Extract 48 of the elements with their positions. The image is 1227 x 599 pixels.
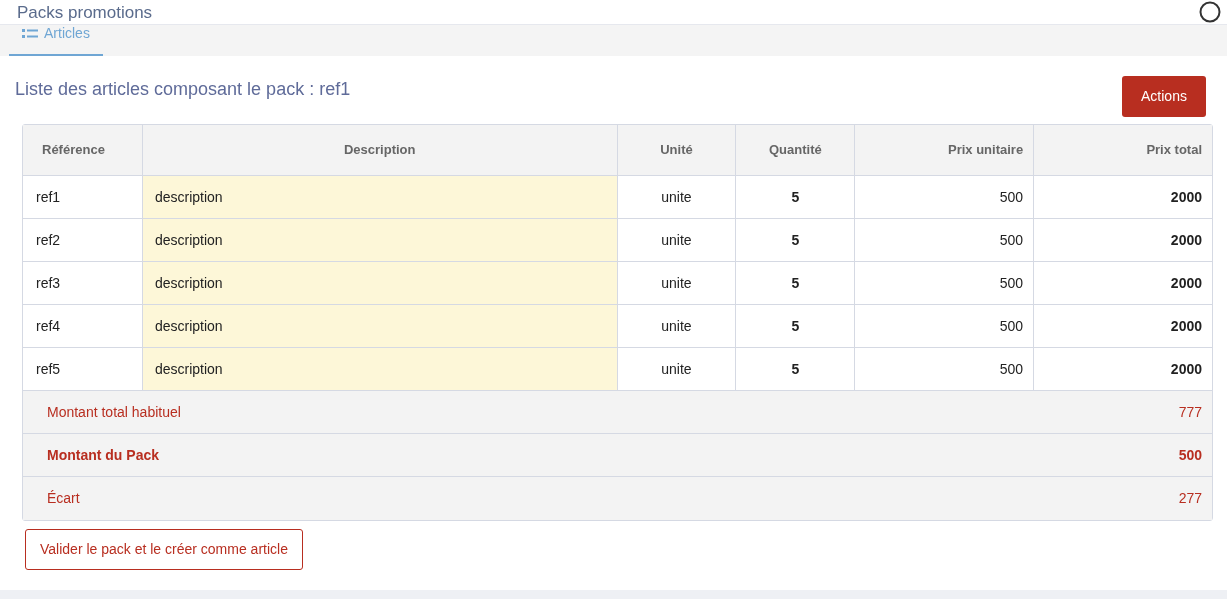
table-cell: description [141, 262, 617, 304]
table-cell-text: ref5 [35, 359, 62, 379]
column-header: Prix unitaire [854, 125, 1034, 175]
table-cell: 500 [854, 262, 1034, 304]
user-circle-icon[interactable] [1199, 1, 1221, 23]
table-cell-text: ref1 [35, 187, 62, 207]
page-title: Packs promotions [17, 3, 153, 21]
table-cell: unite [616, 219, 736, 261]
table-cell: 5 [735, 305, 855, 347]
section-heading: Liste des articles composant le pack : ref1 [15, 78, 351, 101]
table-cell-text: ref2 [35, 230, 62, 250]
summary-value: 777 [1178, 402, 1202, 422]
table-cell-text: ref4 [35, 316, 62, 336]
column-header: Description [141, 125, 617, 175]
table-cell: description [141, 176, 617, 218]
table-cell: 2000 [1033, 262, 1212, 304]
summary-label: Écart [47, 489, 80, 508]
table-cell: 2000 [1033, 176, 1212, 218]
summary-label: Montant total habituel [47, 402, 181, 422]
list-icon [22, 28, 38, 40]
table-cell: 500 [854, 348, 1034, 390]
table-cell: description [141, 348, 617, 390]
table-cell: 2000 [1033, 219, 1212, 261]
table-cell: description [141, 305, 617, 347]
table-cell: 5 [735, 348, 855, 390]
table-cell: 5 [735, 176, 855, 218]
table-cell: unite [616, 348, 736, 390]
table-cell: unite [616, 176, 736, 218]
column-header: Référence [41, 141, 106, 160]
table-cell: 500 [854, 219, 1034, 261]
validate-pack-button[interactable]: Valider le pack et le créer comme article [25, 529, 303, 570]
table-cell: 2000 [1033, 348, 1212, 390]
actions-button[interactable]: Actions [1122, 76, 1206, 117]
column-header: Quantité [735, 125, 855, 175]
column-header: Prix total [1033, 125, 1212, 175]
summary-label: Montant du Pack [47, 445, 159, 465]
table-cell: 500 [854, 176, 1034, 218]
table-cell: 5 [735, 262, 855, 304]
table-cell: unite [616, 262, 736, 304]
summary-value: 500 [1178, 445, 1202, 465]
table-cell: 5 [735, 219, 855, 261]
table-cell: 500 [854, 305, 1034, 347]
column-header: Unité [616, 125, 736, 175]
table-cell-text: ref3 [35, 273, 62, 293]
table-cell: description [141, 219, 617, 261]
table-cell: unite [616, 305, 736, 347]
summary-value: 277 [1178, 489, 1202, 508]
table-cell: 2000 [1033, 305, 1212, 347]
